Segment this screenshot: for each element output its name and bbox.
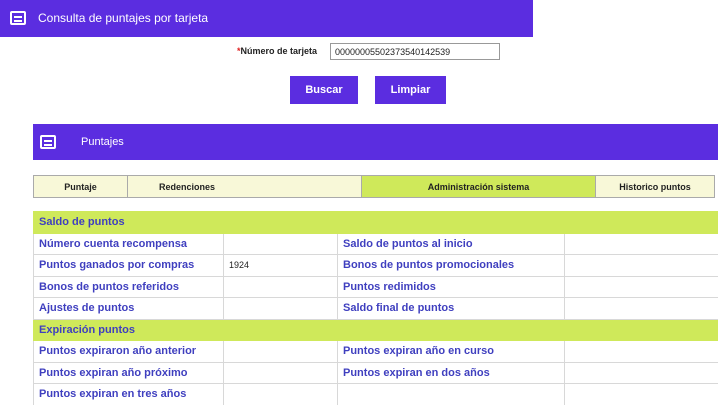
table-row: Bonos de puntos referidos Puntos redimido…: [33, 275, 718, 298]
section-title: Puntajes: [81, 136, 124, 148]
table-row: Puntos expiran año próximo Puntos expiran…: [33, 361, 718, 384]
row-label: Puntos expiraron año anterior: [33, 340, 224, 363]
table-row: Ajustes de puntos Saldo final de puntos: [33, 297, 718, 320]
row-label: Puntos ganados por compras: [33, 254, 224, 277]
table-row: Puntos expiraron año anterior Puntos expi…: [33, 340, 718, 363]
row-value: [564, 232, 718, 255]
table-row: Puntos ganados por compras 1924 Bonos de p…: [33, 254, 718, 277]
row-label: Bonos de puntos promocionales: [337, 254, 565, 277]
row-label: Puntos expiran año próximo: [33, 361, 224, 384]
row-label: Bonos de puntos referidos: [33, 275, 224, 298]
top-header-bar: Consulta de puntajes por tarjeta: [0, 0, 533, 37]
puntajes-section-header: Puntajes: [33, 124, 718, 160]
row-value: [223, 297, 338, 320]
document-icon: [10, 11, 26, 25]
table-row: Puntos expiran en tres años: [33, 383, 718, 405]
table-row: Número cuenta recompensa Saldo de puntos …: [33, 232, 718, 255]
group-header-row: Saldo de puntos: [33, 211, 718, 234]
row-label: Puntos expiran en dos años: [337, 361, 565, 384]
row-value: [564, 340, 718, 363]
row-value: [564, 254, 718, 277]
row-value: [223, 275, 338, 298]
row-value: [223, 383, 338, 405]
search-button[interactable]: Buscar: [290, 76, 358, 104]
row-label: Saldo final de puntos: [337, 297, 565, 320]
row-label: Número cuenta recompensa: [33, 232, 224, 255]
row-value: [564, 275, 718, 298]
group-header-expiracion: Expiración puntos: [33, 318, 718, 341]
tab-bar: Puntaje Redenciones Administración siste…: [33, 175, 715, 198]
page-title: Consulta de puntajes por tarjeta: [38, 11, 209, 25]
row-value: [223, 361, 338, 384]
card-number-label: *Número de tarjeta: [237, 46, 317, 56]
row-value: [223, 340, 338, 363]
card-number-input[interactable]: [330, 43, 500, 60]
tab-redenciones[interactable]: Redenciones: [128, 176, 362, 197]
points-table: Saldo de puntos Número cuenta recompensa…: [33, 211, 718, 405]
row-label: Saldo de puntos al inicio: [337, 232, 565, 255]
tab-puntaje[interactable]: Puntaje: [34, 176, 128, 197]
group-header-row: Expiración puntos: [33, 318, 718, 341]
row-label: Puntos expiran año en curso: [337, 340, 565, 363]
row-value: [564, 297, 718, 320]
clear-button[interactable]: Limpiar: [375, 76, 446, 104]
row-label: Ajustes de puntos: [33, 297, 224, 320]
group-header-saldo: Saldo de puntos: [33, 211, 718, 234]
row-label: Puntos expiran en tres años: [33, 383, 224, 405]
row-value: [223, 232, 338, 255]
row-label: Puntos redimidos: [337, 275, 565, 298]
row-value: [564, 383, 718, 405]
document-icon: [40, 135, 56, 149]
tab-historico-puntos[interactable]: Historico puntos: [596, 176, 714, 197]
row-value: 1924: [223, 254, 338, 277]
card-number-label-text: Número de tarjeta: [240, 46, 318, 56]
row-label: [337, 383, 565, 405]
tab-administracion-sistema[interactable]: Administración sistema: [362, 176, 596, 197]
row-value: [564, 361, 718, 384]
